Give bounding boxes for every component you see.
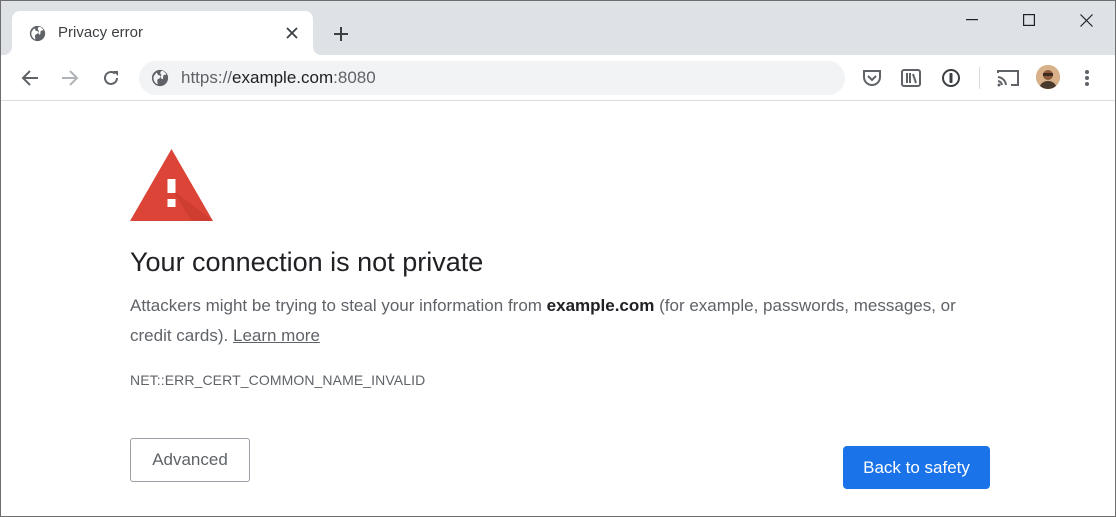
error-code: NET::ERR_CERT_COMMON_NAME_INVALID — [130, 372, 426, 388]
close-tab-icon[interactable] — [282, 23, 302, 43]
cast-icon[interactable] — [995, 65, 1021, 91]
browser-window: Privacy error https://example.com:8080 Y… — [0, 0, 1116, 517]
password-manager-icon[interactable] — [938, 65, 964, 91]
url-port: :8080 — [333, 68, 376, 87]
minimize-button[interactable] — [943, 1, 1001, 39]
avatar[interactable] — [1036, 65, 1060, 89]
toolbar: https://example.com:8080 — [1, 55, 1115, 101]
advanced-button[interactable]: Advanced — [130, 438, 250, 482]
reload-button[interactable] — [97, 64, 125, 92]
maximize-button[interactable] — [1000, 1, 1058, 39]
learn-more-link[interactable]: Learn more — [233, 326, 320, 345]
library-icon[interactable] — [898, 65, 924, 91]
page-title: Your connection is not private — [130, 247, 484, 277]
url-host: example.com — [232, 68, 334, 87]
tab-strip: Privacy error — [1, 1, 1115, 55]
tab-title: Privacy error — [58, 24, 144, 41]
forward-button[interactable] — [56, 64, 84, 92]
menu-icon[interactable] — [1074, 65, 1100, 91]
address-bar[interactable]: https://example.com:8080 — [139, 61, 845, 95]
close-window-button[interactable] — [1057, 1, 1115, 39]
error-description: Attackers might be trying to steal your … — [130, 291, 990, 351]
url-text[interactable]: https://example.com:8080 — [181, 68, 376, 88]
pocket-icon[interactable] — [859, 65, 885, 91]
desc-host: example.com — [546, 296, 655, 315]
tab-privacy-error[interactable]: Privacy error — [12, 11, 313, 55]
new-tab-button[interactable] — [328, 21, 354, 47]
url-scheme: https:// — [181, 68, 233, 87]
warning-triangle-icon — [130, 149, 213, 221]
desc-prefix: Attackers might be trying to steal your … — [130, 296, 547, 315]
toolbar-divider — [979, 67, 980, 89]
back-button[interactable] — [16, 64, 44, 92]
globe-icon — [29, 25, 46, 42]
back-to-safety-button[interactable]: Back to safety — [843, 446, 990, 489]
site-info-globe-icon[interactable] — [151, 69, 169, 87]
